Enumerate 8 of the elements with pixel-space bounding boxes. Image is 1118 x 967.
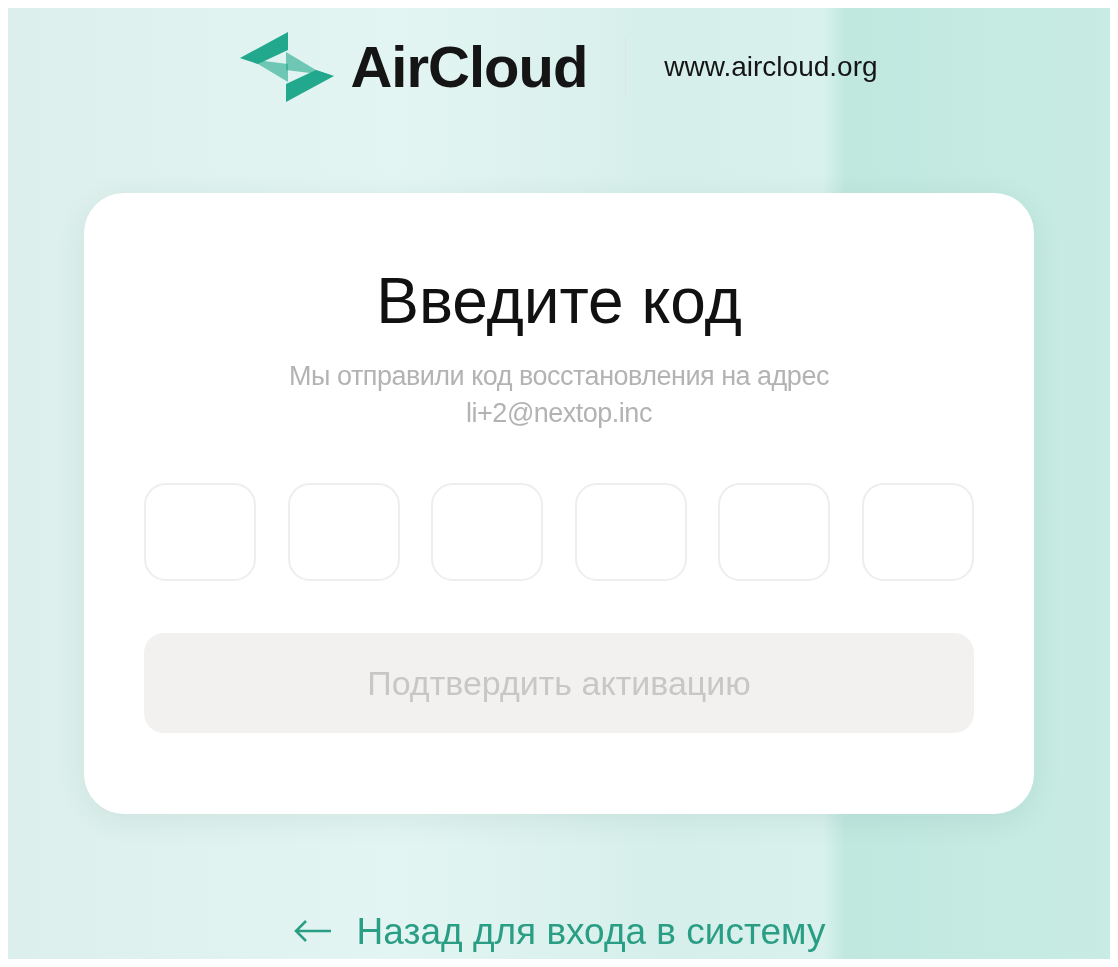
message-text: Мы отправили код восстановления на адрес xyxy=(289,359,829,393)
back-link[interactable]: Назад для входа в систему xyxy=(292,903,826,959)
logo-icon xyxy=(240,31,335,102)
brand-name: AirCloud xyxy=(350,33,588,102)
card-title: Введите код xyxy=(376,263,742,339)
website-address: www.aircloud.org xyxy=(664,49,878,84)
email-text: li+2@nextop.inc xyxy=(466,397,652,431)
arrow-left-icon xyxy=(292,919,333,944)
